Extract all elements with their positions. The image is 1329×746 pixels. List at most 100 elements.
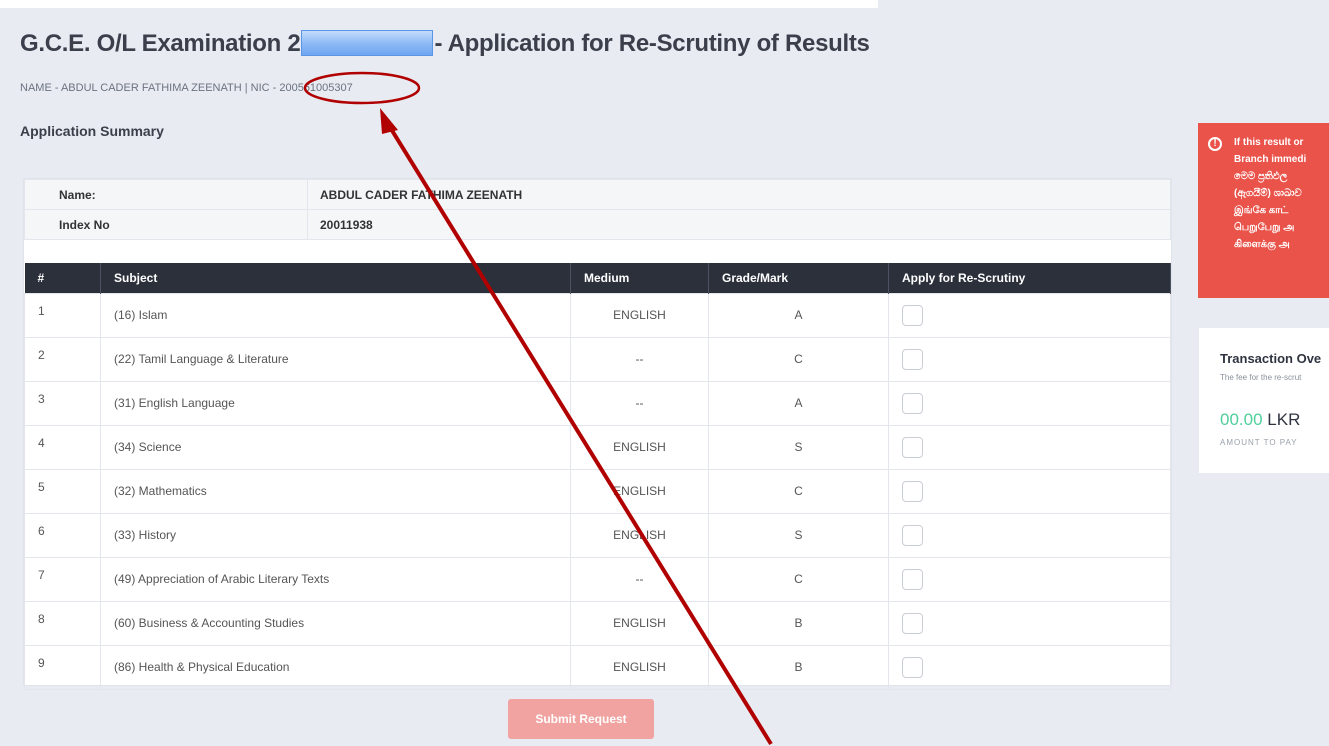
row-number: 4	[24, 424, 101, 470]
row-subject: (22) Tamil Language & Literature	[100, 336, 571, 382]
row-grade: S	[708, 424, 889, 470]
table-row: 6 (33) History ENGLISH S	[24, 512, 1171, 558]
row-grade: C	[708, 556, 889, 602]
table-row: 3 (31) English Language -- A	[24, 380, 1171, 426]
index-label: Index No	[24, 209, 308, 240]
transaction-title: Transaction Ove	[1220, 351, 1322, 366]
transaction-subtitle: The fee for the re-scrut	[1220, 373, 1302, 382]
row-grade: B	[708, 644, 889, 690]
alert-line: (ඇගයීම්) ශාඛාව	[1234, 188, 1302, 199]
alert-line: பெறுபேறு அ	[1234, 222, 1295, 233]
row-apply-cell	[888, 424, 1171, 470]
re-scrutiny-checkbox[interactable]	[902, 656, 923, 678]
row-apply-cell	[888, 336, 1171, 382]
row-number: 8	[24, 600, 101, 646]
table-row: 9 (86) Health & Physical Education ENGLISH…	[24, 644, 1171, 690]
re-scrutiny-checkbox[interactable]	[902, 568, 923, 590]
amount-value: 00.00	[1220, 410, 1263, 429]
top-strip	[0, 0, 878, 8]
row-apply-cell	[888, 512, 1171, 558]
row-apply-cell	[888, 468, 1171, 514]
exclamation-circle-icon: !	[1208, 137, 1222, 151]
annotation-arrow-head	[380, 108, 398, 134]
row-medium: ENGLISH	[570, 512, 709, 558]
re-scrutiny-checkbox[interactable]	[902, 612, 923, 634]
row-medium: ENGLISH	[570, 644, 709, 690]
header-medium: Medium	[570, 263, 709, 293]
row-apply-cell	[888, 380, 1171, 426]
submit-request-button[interactable]: Submit Request	[508, 699, 654, 739]
alert-line: கிளைக்கு அ	[1234, 239, 1290, 250]
row-grade: C	[708, 468, 889, 514]
row-subject: (34) Science	[100, 424, 571, 470]
table-header-row: # Subject Medium Grade/Mark Apply for Re…	[24, 263, 1171, 293]
row-apply-cell	[888, 600, 1171, 646]
row-medium: --	[570, 556, 709, 602]
row-grade: B	[708, 600, 889, 646]
amount-label: AMOUNT TO PAY	[1220, 438, 1298, 447]
row-number: 1	[24, 292, 101, 338]
row-grade: S	[708, 512, 889, 558]
row-grade: A	[708, 292, 889, 338]
info-table: Name: ABDUL CADER FATHIMA ZEENATH Index …	[24, 179, 1171, 240]
student-subline: NAME - ABDUL CADER FATHIMA ZEENATH | NIC…	[20, 82, 353, 94]
row-apply-cell	[888, 556, 1171, 602]
row-subject: (60) Business & Accounting Studies	[100, 600, 571, 646]
header-num: #	[24, 263, 101, 293]
row-number: 5	[24, 468, 101, 514]
subjects-table: # Subject Medium Grade/Mark Apply for Re…	[24, 263, 1171, 690]
section-title: Application Summary	[20, 123, 164, 139]
title-prefix: G.C.E. O/L Examination 2	[20, 30, 301, 57]
alert-line: Branch immedi	[1234, 154, 1307, 165]
row-medium: --	[570, 380, 709, 426]
row-medium: ENGLISH	[570, 424, 709, 470]
row-subject: (86) Health & Physical Education	[100, 644, 571, 690]
re-scrutiny-checkbox[interactable]	[902, 436, 923, 458]
re-scrutiny-checkbox[interactable]	[902, 524, 923, 546]
row-subject: (31) English Language	[100, 380, 571, 426]
row-subject: (49) Appreciation of Arabic Literary Tex…	[100, 556, 571, 602]
row-number: 3	[24, 380, 101, 426]
row-apply-cell	[888, 292, 1171, 338]
info-row-index: Index No 20011938	[24, 209, 1171, 240]
row-grade: C	[708, 336, 889, 382]
table-row: 4 (34) Science ENGLISH S	[24, 424, 1171, 470]
header-subject: Subject	[100, 263, 571, 293]
row-medium: --	[570, 336, 709, 382]
alert-line: If this result or	[1234, 137, 1304, 148]
re-scrutiny-checkbox[interactable]	[902, 304, 923, 326]
row-apply-cell	[888, 644, 1171, 690]
table-row: 8 (60) Business & Accounting Studies ENGLI…	[24, 600, 1171, 646]
re-scrutiny-checkbox[interactable]	[902, 392, 923, 414]
subjects-body: 1 (16) Islam ENGLISH A 2 (22) Tamil Language …	[24, 292, 1171, 690]
transaction-card: Transaction Ove The fee for the re-scrut…	[1199, 328, 1329, 473]
alert-line: මෙම ප්‍රතිඵල	[1234, 171, 1288, 182]
info-row-name: Name: ABDUL CADER FATHIMA ZEENATH	[24, 179, 1171, 210]
name-value: ABDUL CADER FATHIMA ZEENATH	[307, 179, 1171, 210]
re-scrutiny-checkbox[interactable]	[902, 348, 923, 370]
table-row: 5 (32) Mathematics ENGLISH C	[24, 468, 1171, 514]
alert-box: ! If this result or Branch immedi මෙම ප්…	[1198, 123, 1329, 298]
row-subject: (16) Islam	[100, 292, 571, 338]
page-title: G.C.E. O/L Examination 2 - Application fo…	[20, 30, 870, 58]
table-row: 1 (16) Islam ENGLISH A	[24, 292, 1171, 338]
row-subject: (33) History	[100, 512, 571, 558]
row-subject: (32) Mathematics	[100, 468, 571, 514]
alert-line: இங்கே காட்	[1234, 205, 1289, 216]
amount-currency: LKR	[1267, 410, 1301, 429]
table-row: 2 (22) Tamil Language & Literature -- C	[24, 336, 1171, 382]
summary-card: Name: ABDUL CADER FATHIMA ZEENATH Index …	[23, 178, 1172, 690]
row-number: 2	[24, 336, 101, 382]
header-apply: Apply for Re-Scrutiny	[888, 263, 1171, 293]
row-medium: ENGLISH	[570, 600, 709, 646]
row-number: 6	[24, 512, 101, 558]
re-scrutiny-checkbox[interactable]	[902, 480, 923, 502]
row-number: 7	[24, 556, 101, 602]
redaction-box	[301, 30, 434, 56]
row-number: 9	[24, 644, 101, 690]
row-medium: ENGLISH	[570, 292, 709, 338]
header-grade: Grade/Mark	[708, 263, 889, 293]
row-medium: ENGLISH	[570, 468, 709, 514]
index-value: 20011938	[307, 209, 1171, 240]
name-label: Name:	[24, 179, 308, 210]
